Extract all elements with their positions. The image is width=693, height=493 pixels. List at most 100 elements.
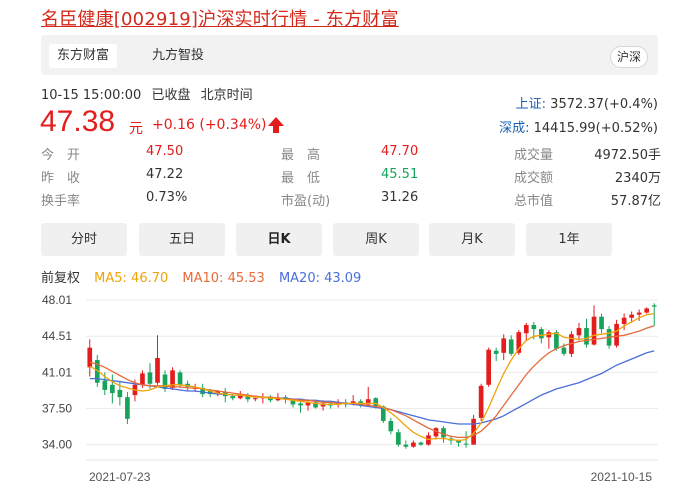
candle-body: [614, 323, 619, 346]
timezone-label: 北京时间: [200, 88, 253, 103]
candle-body: [463, 443, 469, 445]
change-amount: +0.16: [152, 117, 195, 133]
candle-body: [621, 317, 627, 324]
up-arrow-icon: [268, 117, 284, 133]
legend-ma20: MA20: 43.09: [278, 271, 362, 286]
candle-body: [155, 357, 160, 383]
candle-body: [576, 328, 582, 336]
candle-body: [486, 349, 491, 385]
candle-body: [591, 316, 597, 345]
index-shenzhen: 深成: 14415.99(+0.52%): [499, 117, 658, 136]
stat-turnover-rate-value: 0.73%: [146, 190, 188, 205]
candle-body: [102, 380, 108, 390]
tab-eastmoney[interactable]: 东方财富: [49, 44, 118, 68]
y-tick-label: 41.01: [42, 365, 72, 379]
stat-prevclose-label: 昨 收: [41, 171, 81, 186]
candle-body: [644, 308, 650, 313]
stats-row: 今 开 47.50 最 高 47.70 成交量 4972.50手: [41, 144, 661, 167]
x-tick-label: 2021-10-15: [591, 470, 653, 484]
quote-timeline: 10-15 15:00:00 已收盘 北京时间: [41, 84, 259, 103]
stat-pe-value: 31.26: [381, 190, 419, 205]
stat-low-label: 最 低: [281, 171, 321, 186]
index-shenzhen-name[interactable]: 深成:: [499, 121, 529, 136]
candle-body: [87, 347, 93, 368]
period-monthly-button[interactable]: 月K: [429, 223, 515, 256]
y-tick-label: 48.01: [42, 293, 72, 307]
change-percent: (+0.34%): [199, 117, 267, 133]
candle-body: [388, 420, 394, 432]
legend-ma10: MA10: 45.53: [182, 271, 265, 286]
market-badge[interactable]: 沪深: [609, 46, 648, 68]
page-title-link[interactable]: 名臣健康[002919]沪深实时行情 - 东方财富: [41, 5, 399, 31]
candle-body: [177, 372, 183, 385]
stat-turnover-value: 2340万: [614, 171, 661, 186]
stat-low-value: 45.51: [381, 167, 419, 182]
index-shanghai: 上证: 3572.37(+0.4%): [516, 93, 658, 112]
candle-body: [403, 444, 409, 447]
candle-body: [501, 338, 507, 353]
current-price: 47.38: [40, 105, 116, 138]
candle-body: [396, 432, 401, 445]
candle-body: [230, 396, 236, 399]
candle-body: [117, 389, 123, 398]
stat-turnover-rate-label: 换手率: [41, 194, 81, 209]
stat-pe-label: 市盈(动): [281, 194, 331, 209]
candle-body: [561, 347, 567, 354]
candle-body: [298, 403, 303, 406]
candle-body: [418, 442, 424, 445]
stat-volume-value: 4972.50手: [594, 148, 661, 163]
candle-body: [478, 385, 484, 418]
candle-body: [441, 428, 446, 438]
stats-row: 换手率 0.73% 市盈(动) 31.26 总市值 57.87亿: [41, 190, 661, 213]
quote-time: 10-15 15:00:00: [41, 88, 142, 103]
legend-ma5: MA5: 46.70: [94, 271, 169, 286]
stats-row: 昨 收 47.22 最 低 45.51 成交额 2340万: [41, 167, 661, 190]
y-tick-label: 34.00: [42, 438, 72, 452]
stat-high-label: 最 高: [281, 148, 321, 163]
stat-prevclose-value: 47.22: [146, 167, 184, 182]
price-unit: 元: [129, 121, 143, 137]
y-tick-label: 44.51: [42, 329, 72, 343]
stat-open-label: 今 开: [41, 148, 81, 163]
period-intraday-button[interactable]: 分时: [41, 223, 127, 256]
candle-body: [140, 373, 145, 385]
period-weekly-button[interactable]: 周K: [333, 223, 419, 256]
source-tabbar: 东方财富 九方智投 沪深: [41, 35, 658, 75]
candle-body: [523, 324, 529, 334]
candle-body: [599, 316, 604, 330]
period-daily-button[interactable]: 日K: [236, 223, 322, 256]
index-shenzhen-value: 14415.99(+0.52%): [533, 121, 658, 136]
period-5day-button[interactable]: 五日: [139, 223, 225, 256]
candlestick-chart[interactable]: 48.01 44.51 41.01 37.50 34.00 2021-07-23 2021-…: [0, 288, 693, 493]
stat-high-value: 47.70: [381, 144, 419, 159]
candle-body: [539, 329, 544, 339]
market-status: 已收盘: [151, 88, 191, 103]
candle-body: [147, 372, 153, 384]
candle-body: [253, 398, 258, 400]
stat-volume-label: 成交量: [514, 148, 554, 163]
candle-body: [508, 339, 514, 354]
candle-body: [110, 384, 115, 394]
index-shanghai-value: 3572.37(+0.4%): [550, 97, 658, 112]
y-tick-label: 37.50: [42, 402, 72, 416]
legend-adjust[interactable]: 前复权: [41, 271, 80, 286]
candle-body: [636, 312, 642, 315]
x-tick-label: 2021-07-23: [89, 470, 151, 484]
index-shanghai-name[interactable]: 上证:: [516, 97, 546, 112]
period-1year-button[interactable]: 1年: [526, 223, 612, 256]
candle-body: [584, 328, 589, 345]
stat-turnover-label: 成交额: [514, 171, 554, 186]
stat-marketcap-value: 57.87亿: [610, 194, 661, 209]
tab-jiufang[interactable]: 九方智投: [144, 44, 212, 68]
candle-body: [531, 324, 537, 330]
ma-legend: 前复权 MA5: 46.70 MA10: 45.53 MA20: 43.09: [41, 267, 371, 286]
candle-body: [651, 305, 657, 307]
price-change: +0.16 (+0.34%): [152, 117, 267, 133]
candle-body: [373, 398, 379, 407]
quote-stats: 今 开 47.50 最 高 47.70 成交量 4972.50手 昨 收 47.…: [41, 144, 661, 213]
candle-body: [411, 442, 416, 447]
candle-body: [162, 374, 168, 389]
candle-body: [125, 397, 130, 419]
stat-open-value: 47.50: [146, 144, 184, 159]
candle-body: [493, 350, 499, 354]
